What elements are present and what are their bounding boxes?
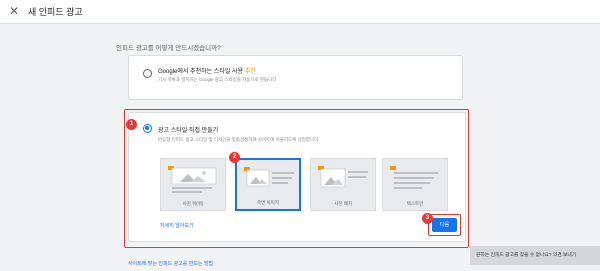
responsive-style-title: 광고 스타일 직접 만들기 xyxy=(158,128,219,134)
layout-tile-side-image[interactable]: 측면 이미지 xyxy=(235,158,301,211)
recommended-tag: 추천 xyxy=(244,69,256,75)
top-bar: ✕ 새 인피드 광고 xyxy=(0,0,600,24)
responsive-style-radio[interactable] xyxy=(143,124,152,133)
layout-tile-photo-layout[interactable]: 사진 배치 xyxy=(310,158,376,211)
feedback-bar[interactable]: 원하는 인피드 광고를 찾을 수 없나요? 의견 보내기 xyxy=(470,246,600,265)
tile-label: 사진 배치 xyxy=(334,201,352,206)
google-style-radio[interactable] xyxy=(143,69,152,78)
google-style-desc: 기사 목록과 일치하는 Google 광고 스타일을 자동으로 만듭니다 xyxy=(158,77,277,82)
next-button[interactable]: 다음 xyxy=(432,218,457,232)
tile-label: 텍스트만 xyxy=(406,201,424,206)
photo-layout-icon xyxy=(318,166,368,188)
step-badge-3: 3 xyxy=(422,213,433,224)
close-icon[interactable]: ✕ xyxy=(9,3,19,19)
layout-tile-image-above[interactable]: 사진 위(위) xyxy=(160,158,226,211)
question-heading: 인피드 광고를 어떻게 만드시겠습니까? xyxy=(116,45,221,52)
google-style-title: Google에서 추천하는 스타일 사용 추천 xyxy=(158,66,256,75)
text-only-icon xyxy=(390,166,438,189)
google-style-title-text: Google에서 추천하는 스타일 사용 xyxy=(158,69,244,75)
page-title: 새 인피드 광고 xyxy=(28,7,83,17)
image-above-icon xyxy=(168,166,217,193)
tile-label: 사진 위(위) xyxy=(182,201,204,206)
how-to-link[interactable]: 사이트에 맞는 인피드 광고를 만드는 방법 xyxy=(128,260,213,267)
side-image-icon xyxy=(244,167,294,187)
step-badge-1: 1 xyxy=(126,119,137,130)
responsive-style-desc: 반응형 인피드 광고 스타일 및 디자인을 맞춤설정하여 사이트에 어울리도록 … xyxy=(158,137,319,142)
tile-label: 측면 이미지 xyxy=(257,200,279,205)
learn-more-link[interactable]: 자세히 알아보기 xyxy=(160,222,194,229)
layout-tile-text-only[interactable]: 텍스트만 xyxy=(382,158,448,211)
step-badge-2: 2 xyxy=(229,152,240,163)
